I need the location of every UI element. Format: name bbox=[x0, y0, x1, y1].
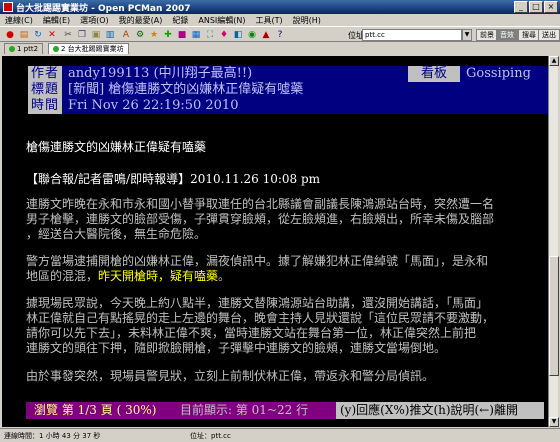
header-author-row: 作者 andy199113 (中川翔子最高!!) 看板 Gossiping bbox=[28, 66, 550, 82]
author-value: andy199113 (中川翔子最高!!) bbox=[62, 66, 408, 82]
ascii-icon[interactable]: ▲ bbox=[260, 29, 272, 41]
browse-status-bar: 瀏覽 第 1/3 頁 ( 30%) 目前顯示: 第 01~22 行 (y)回應(… bbox=[26, 402, 544, 419]
header-time-row: 時間 Fri Nov 26 22:19:50 2010 bbox=[28, 98, 550, 114]
host-address: 位址：ptt.cc bbox=[190, 432, 231, 440]
antiidle-icon[interactable]: ♦ bbox=[218, 29, 230, 41]
article-line: 請你可以先下去」，未料林正偉不爽，當時連勝文站在舞台第一位，林正偉突然上前把 bbox=[26, 326, 477, 340]
font-icon[interactable]: A bbox=[120, 29, 132, 41]
folder-icon[interactable]: ▤ bbox=[18, 29, 30, 41]
highlight-text: 昨天開槍時，疑有嗑藥 bbox=[98, 269, 219, 283]
article-line: 男子槍擊，連勝文的臉部受傷，子彈貫穿臉頰，從左臉頰進，右臉頰出，所幸未傷及腦部 bbox=[26, 212, 495, 226]
minimize-button[interactable]: _ bbox=[514, 1, 528, 13]
send-button[interactable]: 送出 bbox=[538, 29, 560, 41]
tab-ptt2[interactable]: 1 ptt2 bbox=[4, 43, 44, 54]
scroll-down-icon[interactable]: ▼ bbox=[549, 417, 559, 427]
app-window: 台大批踢踢實業坊 - Open PCMan 2007 _ □ × 連線(C) 編… bbox=[0, 0, 560, 442]
tab-label: 1 ptt2 bbox=[17, 45, 39, 53]
maximize-button[interactable]: □ bbox=[529, 1, 543, 13]
favorite-icon[interactable]: ★ bbox=[148, 29, 160, 41]
sound-button[interactable]: 音效 bbox=[496, 29, 518, 41]
article-line: 地區的混混，昨天開槍時，疑有嗑藥。 bbox=[26, 269, 230, 284]
vertical-scrollbar[interactable]: ▲ ▼ bbox=[548, 56, 559, 427]
article-line: 連勝文的頭往下押，隨即掀臉開槍，子彈擊中連勝文的臉頰，連勝文當場倒地。 bbox=[26, 341, 447, 355]
connected-icon bbox=[53, 46, 59, 52]
time-value: Fri Nov 26 22:19:50 2010 bbox=[62, 98, 550, 114]
author-label: 作者 bbox=[28, 66, 62, 82]
article-line: 據現場民眾說，今天晚上約八點半，連勝文替陳鴻源站台助講，還沒開始講話，「馬面」 bbox=[26, 296, 489, 310]
search-input[interactable]: 搜尋 bbox=[518, 29, 540, 41]
connect-icon[interactable]: ● bbox=[4, 29, 16, 41]
terminal-screen[interactable]: 作者 andy199113 (中川翔子最高!!) 看板 Gossiping 標題… bbox=[2, 56, 558, 427]
article-line: 林正偉就自己有點搖晃的走上左邊的舞台，晚會主持人見狀還說「這位民眾請不要激動， bbox=[26, 311, 495, 325]
article-heading: 槍傷連勝文的凶嫌林正偉疑有嗑藥 bbox=[26, 140, 207, 154]
article-text: 地區的混混， bbox=[26, 269, 99, 283]
line-indicator: 目前顯示: 第 01~22 行 bbox=[176, 402, 336, 419]
address-input[interactable]: ptt.cc bbox=[362, 29, 462, 41]
menu-connect[interactable]: 連線(C) bbox=[0, 15, 38, 26]
key-hints: (y)回應(X%)推文(h)說明(←)離開 bbox=[336, 402, 544, 419]
menu-bar: 連線(C) 編輯(E) 選項(O) 我的最愛(A) 紀錄 ANSI編輯(N) 工… bbox=[0, 14, 560, 26]
window-title: 台大批踢踢實業坊 - Open PCMan 2007 bbox=[16, 3, 191, 14]
scroll-thumb[interactable] bbox=[549, 256, 559, 376]
cut-icon[interactable]: ✂ bbox=[62, 29, 74, 41]
header-title-row: 標題 [新聞] 槍傷連勝文的凶嫌林正偉疑有噓藥 bbox=[28, 82, 550, 98]
title-value: [新聞] 槍傷連勝文的凶嫌林正偉疑有噓藥 bbox=[62, 82, 550, 98]
page-indicator: 瀏覽 第 1/3 頁 ( 30%) bbox=[26, 402, 176, 419]
fullscreen-icon[interactable]: ⛶ bbox=[204, 29, 216, 41]
scroll-up-icon[interactable]: ▲ bbox=[549, 56, 559, 66]
mouse-icon[interactable]: ◉ bbox=[246, 29, 258, 41]
foreground-button[interactable]: 前景 bbox=[476, 29, 498, 41]
screen-icon[interactable]: ▦ bbox=[190, 29, 202, 41]
title-bar: 台大批踢踢實業坊 - Open PCMan 2007 _ □ × bbox=[0, 0, 560, 14]
board-value: Gossiping bbox=[460, 66, 550, 82]
board-label: 看板 bbox=[408, 66, 460, 82]
article-byline: 【聯合報/記者雷鳴/即時報導】2010.11.26 10:08 pm bbox=[26, 172, 321, 186]
add-favorite-icon[interactable]: ✚ bbox=[162, 29, 174, 41]
time-label: 時間 bbox=[28, 98, 62, 114]
menu-ansi-edit[interactable]: ANSI編輯(N) bbox=[193, 15, 250, 26]
menu-options[interactable]: 選項(O) bbox=[75, 15, 114, 26]
tab-label: 2 台大批踢踢實業坊 bbox=[61, 45, 124, 53]
copy-icon[interactable]: ❐ bbox=[76, 29, 88, 41]
reconnect-icon[interactable]: ↻ bbox=[32, 29, 44, 41]
disconnect-icon[interactable]: ✕ bbox=[46, 29, 58, 41]
paste-wrap-icon[interactable]: ▥ bbox=[104, 29, 116, 41]
title-label: 標題 bbox=[28, 82, 62, 98]
article-line: 警方當場逮捕開槍的凶嫌林正偉，漏夜偵訊中。據了解嫌犯林正偉綽號「馬面」，是永和 bbox=[26, 254, 489, 268]
tab-ptt[interactable]: 2 台大批踢踢實業坊 bbox=[48, 43, 129, 54]
menu-help[interactable]: 說明(H) bbox=[288, 15, 326, 26]
article-line: 連勝文昨晚在永和市永和國小替爭取連任的台北縣議會副議長陳鴻源站台時，突然遭一名 bbox=[26, 197, 495, 211]
chevron-down-icon[interactable]: ▼ bbox=[462, 29, 472, 41]
settings-icon[interactable]: ⚙ bbox=[134, 29, 146, 41]
help-icon[interactable]: ? bbox=[274, 29, 286, 41]
paste-icon[interactable]: ▣ bbox=[90, 29, 102, 41]
menu-tools[interactable]: 工具(T) bbox=[251, 15, 288, 26]
connected-icon bbox=[9, 46, 15, 52]
toolbar: ● ▤ ↻ ✕ ✂ ❐ ▣ ▥ A ⚙ ★ ✚ ■ ▦ ⛶ ♦ ◧ ◉ ▲ ? … bbox=[0, 26, 560, 42]
menu-log[interactable]: 紀錄 bbox=[167, 15, 193, 26]
app-icon bbox=[3, 2, 13, 12]
ansi-color-icon[interactable]: ■ bbox=[176, 29, 188, 41]
status-bar: 連線時間：1 小時 43 分 37 秒 位址：ptt.cc bbox=[0, 428, 560, 442]
menu-favorites[interactable]: 我的最愛(A) bbox=[114, 15, 168, 26]
log-icon[interactable]: ◧ bbox=[232, 29, 244, 41]
connection-time: 連線時間：1 小時 43 分 37 秒 bbox=[4, 432, 101, 440]
article-text: 。 bbox=[218, 269, 231, 283]
close-button[interactable]: × bbox=[544, 1, 558, 13]
tab-bar: 1 ptt2 2 台大批踢踢實業坊 bbox=[0, 42, 560, 54]
menu-edit[interactable]: 編輯(E) bbox=[38, 15, 75, 26]
article-line: 由於事發突然，現場員警見狀，立刻上前制伏林正偉，帶返永和警分局偵訊。 bbox=[26, 369, 435, 383]
article-line: ，經送台大醫院後，無生命危險。 bbox=[26, 227, 207, 241]
